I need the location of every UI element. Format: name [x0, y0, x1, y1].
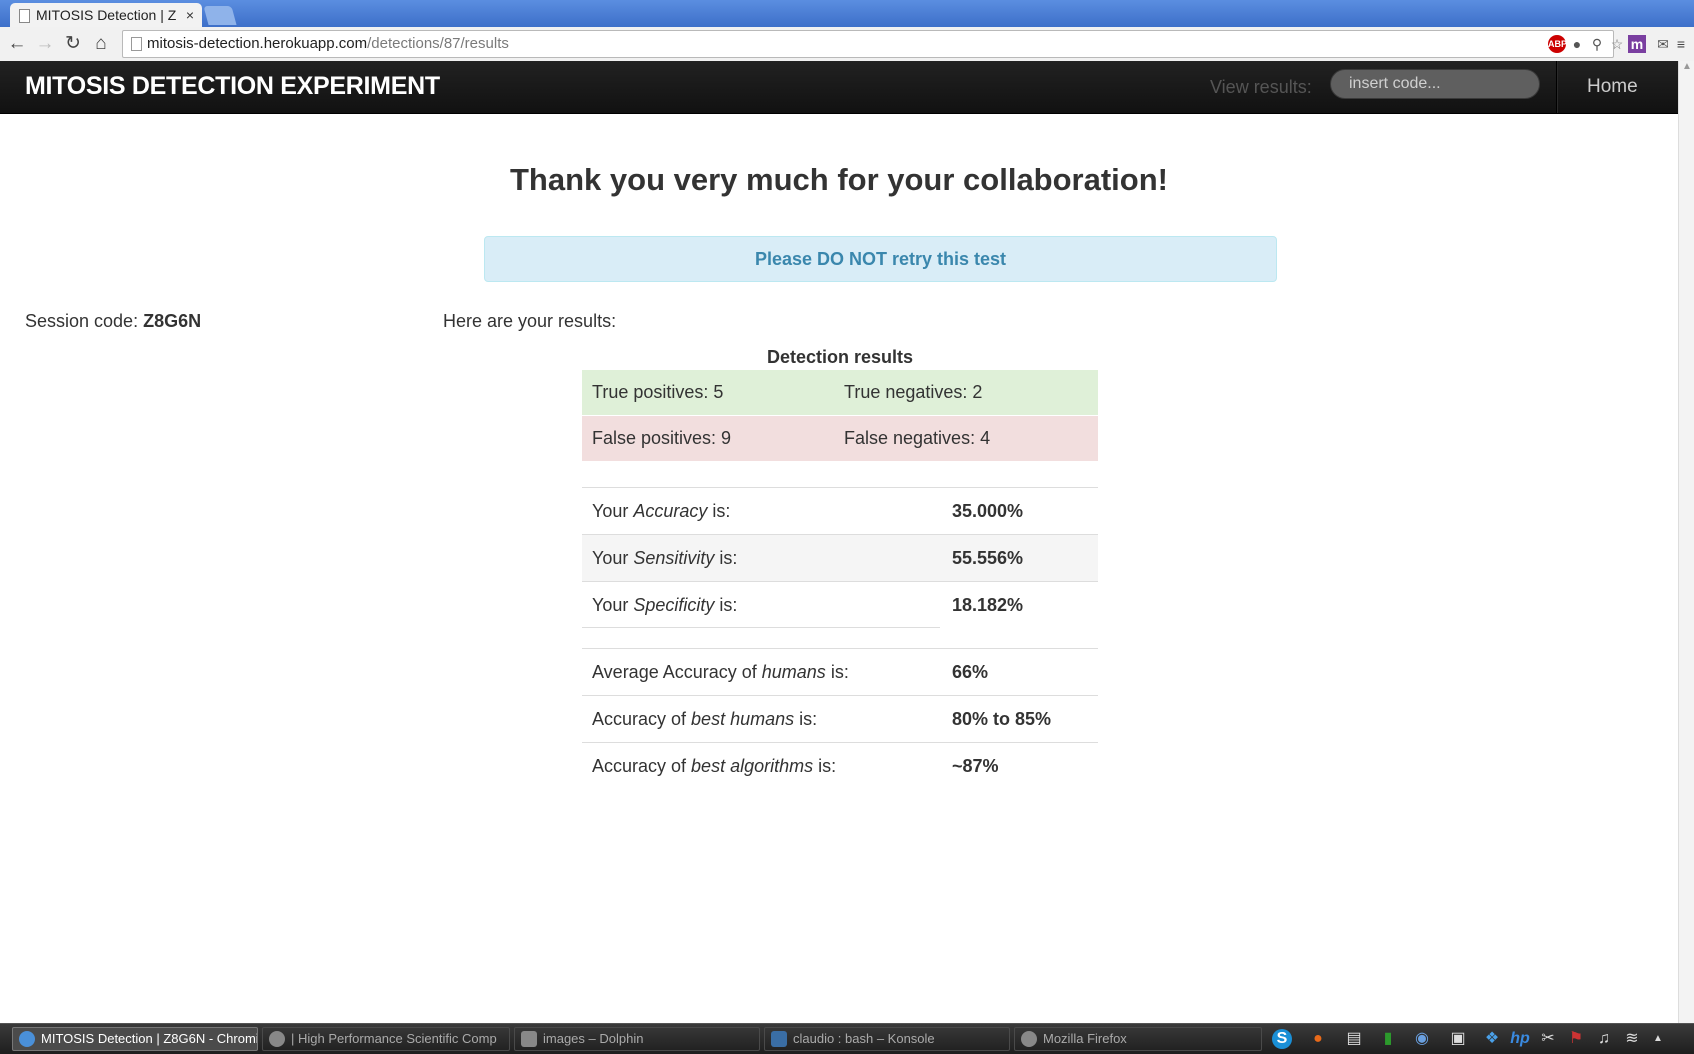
- site-navbar: MITOSIS DETECTION EXPERIMENT View result…: [0, 61, 1678, 114]
- browser-tab[interactable]: MITOSIS Detection | Z ×: [10, 3, 202, 27]
- detection-row-true: True positives: 5 True negatives: 2: [582, 370, 1098, 415]
- star-icon[interactable]: ☆: [1608, 35, 1626, 53]
- firefox-icon: [1021, 1031, 1037, 1047]
- os-taskbar: MITOSIS Detection | Z8G6N - Chromium | H…: [0, 1023, 1694, 1054]
- screen-icon[interactable]: ▣: [1448, 1029, 1468, 1049]
- folder-icon: [521, 1031, 537, 1047]
- flag-icon[interactable]: ⚑: [1566, 1029, 1586, 1049]
- url-text: mitosis-detection.herokuapp.com/detectio…: [147, 35, 509, 52]
- chromium-icon: [19, 1031, 35, 1047]
- table-row: Your Specificity is: 18.182%: [582, 581, 1098, 628]
- task-chromium-2[interactable]: | High Performance Scientific Comp: [262, 1027, 510, 1051]
- table-row: Your Sensitivity is: 55.556%: [582, 534, 1098, 581]
- volume-icon[interactable]: ♫: [1594, 1029, 1614, 1049]
- browser-tab-bar: MITOSIS Detection | Z ×: [0, 0, 1694, 27]
- specificity-value: 18.182%: [952, 595, 1024, 615]
- scrollbar[interactable]: ▲: [1678, 61, 1694, 1023]
- false-positives: False positives: 9: [592, 428, 732, 448]
- insert-code-input[interactable]: insert code...: [1330, 69, 1540, 99]
- skype-icon[interactable]: S: [1272, 1029, 1292, 1049]
- alert-message: Please DO NOT retry this test: [484, 236, 1277, 282]
- back-icon[interactable]: ←: [6, 33, 28, 55]
- new-tab-button[interactable]: [203, 6, 237, 25]
- best-human-accuracy-value: 80% to 85%: [952, 709, 1052, 729]
- zoom-icon[interactable]: ⚲: [1588, 35, 1606, 53]
- table-row: Accuracy of best humans is: 80% to 85%: [582, 695, 1098, 742]
- browser-toolbar: ← → ↻ ⌂ mitosis-detection.herokuapp.com/…: [0, 27, 1694, 62]
- detection-row-false: False positives: 9 False negatives: 4: [582, 416, 1098, 461]
- nav-divider: [1556, 61, 1558, 113]
- results-intro: Here are your results:: [443, 311, 617, 331]
- table-row: Your Accuracy is: 35.000%: [582, 487, 1098, 534]
- table-row: Accuracy of best algorithms is: ~87%: [582, 742, 1098, 789]
- extension-m-icon[interactable]: m: [1628, 35, 1646, 53]
- task-firefox[interactable]: Mozilla Firefox: [1014, 1027, 1262, 1051]
- page-icon: [131, 37, 142, 51]
- task-dolphin[interactable]: images – Dolphin: [514, 1027, 760, 1051]
- benchmarks-table: Average Accuracy of humans is: 66% Accur…: [582, 648, 1098, 789]
- chrome-icon[interactable]: ◉: [1412, 1029, 1432, 1049]
- task-konsole[interactable]: claudio : bash – Konsole: [764, 1027, 1010, 1051]
- site-brand[interactable]: MITOSIS DETECTION EXPERIMENT: [25, 72, 440, 101]
- adblock-icon[interactable]: ABP: [1548, 35, 1567, 53]
- page-icon: [19, 9, 30, 23]
- home-icon[interactable]: ⌂: [90, 33, 112, 55]
- true-negatives: True negatives: 2: [844, 382, 983, 402]
- page-title: Thank you very much for your collaborati…: [510, 162, 1168, 197]
- human-accuracy-value: 66%: [952, 662, 989, 682]
- system-monitor-icon[interactable]: ▤: [1344, 1029, 1364, 1049]
- best-algorithm-accuracy-value: ~87%: [952, 756, 999, 776]
- close-icon[interactable]: ×: [186, 3, 194, 27]
- view-results-label: View results:: [1210, 77, 1312, 97]
- chart-icon[interactable]: ▮: [1378, 1029, 1398, 1049]
- hp-icon[interactable]: hp: [1510, 1029, 1530, 1049]
- session-code: Session code: Z8G6N: [25, 311, 202, 331]
- reload-icon[interactable]: ↻: [62, 33, 84, 55]
- detection-results-title: Detection results: [766, 347, 914, 367]
- table-row: Average Accuracy of humans is: 66%: [582, 648, 1098, 695]
- firefox-icon[interactable]: ●: [1308, 1029, 1328, 1049]
- forward-icon[interactable]: →: [34, 33, 56, 55]
- home-link[interactable]: Home: [1587, 76, 1638, 98]
- wifi-icon[interactable]: ≋: [1622, 1029, 1642, 1049]
- tab-title: MITOSIS Detection | Z: [36, 7, 177, 23]
- false-negatives: False negatives: 4: [844, 428, 991, 448]
- terminal-icon: [771, 1031, 787, 1047]
- scroll-up-icon[interactable]: ▲: [1682, 61, 1692, 72]
- menu-icon[interactable]: ≡: [1672, 35, 1690, 53]
- sensitivity-value: 55.556%: [952, 548, 1024, 568]
- chromium-icon: [269, 1031, 285, 1047]
- task-chromium[interactable]: MITOSIS Detection | Z8G6N - Chromium: [12, 1027, 258, 1051]
- mail-icon[interactable]: ✉: [1654, 35, 1672, 53]
- metrics-table: Your Accuracy is: 35.000% Your Sensitivi…: [582, 487, 1098, 628]
- accuracy-value: 35.000%: [952, 501, 1024, 521]
- scissors-icon[interactable]: ✂: [1538, 1029, 1558, 1049]
- bulb-icon[interactable]: ●: [1568, 35, 1586, 53]
- divider: [582, 627, 940, 628]
- tray-expand-icon[interactable]: ▲: [1648, 1029, 1668, 1049]
- true-positives: True positives: 5: [592, 382, 724, 402]
- session-code-value: Z8G6N: [143, 311, 202, 331]
- dropbox-icon[interactable]: ❖: [1482, 1029, 1502, 1049]
- address-bar[interactable]: mitosis-detection.herokuapp.com/detectio…: [122, 30, 1614, 58]
